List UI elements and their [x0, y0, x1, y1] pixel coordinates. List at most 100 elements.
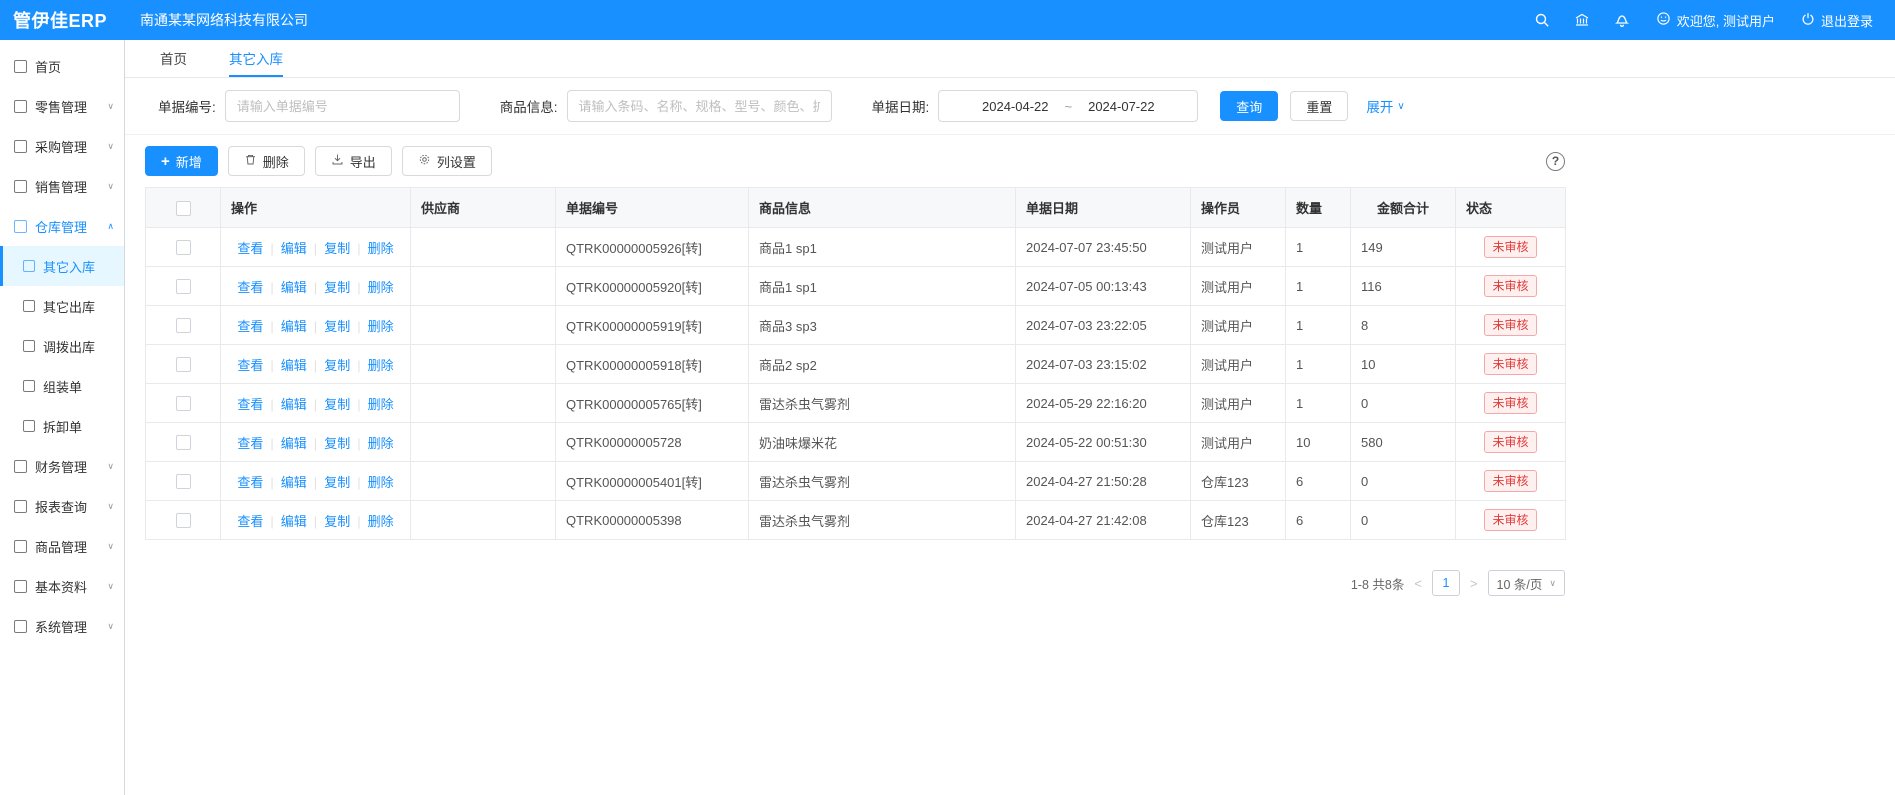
sidebar-item-label: 报表查询 — [35, 497, 87, 516]
table-row: 查看编辑复制删除 QTRK00000005728 奶油味爆米花 2024-05-… — [146, 423, 1566, 462]
edit-link[interactable]: 编辑 — [281, 280, 324, 295]
edit-link[interactable]: 编辑 — [281, 358, 324, 373]
main-area: 首页 其它入库 单据编号: 商品信息: 单据日期: 2024-04-22 — [125, 40, 1895, 795]
row-checkbox[interactable] — [176, 396, 191, 411]
reset-button[interactable]: 重置 — [1290, 91, 1348, 121]
sidebar-item-assembly[interactable]: 组装单 — [0, 366, 124, 406]
status-badge: 未审核 — [1484, 392, 1536, 414]
tab-home[interactable]: 首页 — [160, 40, 187, 77]
row-checkbox[interactable] — [176, 513, 191, 528]
view-link[interactable]: 查看 — [237, 358, 280, 373]
delete-link[interactable]: 删除 — [368, 514, 394, 529]
sidebar-item-home[interactable]: 首页 — [0, 46, 124, 86]
export-button[interactable]: 导出 — [315, 146, 392, 176]
product-cell: 雷达杀虫气雾剂 — [749, 501, 1016, 540]
amount-cell: 149 — [1351, 228, 1456, 267]
tab-bar: 首页 其它入库 — [125, 40, 1895, 78]
product-info-label: 商品信息: — [500, 96, 558, 116]
delete-link[interactable]: 删除 — [368, 241, 394, 256]
user-menu[interactable]: 欢迎您, 测试用户 — [1656, 11, 1775, 30]
table-row: 查看编辑复制删除 QTRK00000005920[转] 商品1 sp1 2024… — [146, 267, 1566, 306]
sidebar-item-purchase[interactable]: 采购管理 ∨ — [0, 126, 124, 166]
delete-link[interactable]: 删除 — [368, 475, 394, 490]
logout-button[interactable]: 退出登录 — [1801, 11, 1873, 30]
edit-link[interactable]: 编辑 — [281, 436, 324, 451]
next-page-button[interactable]: > — [1470, 576, 1478, 591]
building-icon[interactable] — [1574, 12, 1590, 28]
operator-cell: 仓库123 — [1191, 501, 1286, 540]
sidebar-item-transfer-out[interactable]: 调拨出库 — [0, 326, 124, 366]
sidebar-item-sales[interactable]: 销售管理 ∨ — [0, 166, 124, 206]
row-checkbox[interactable] — [176, 279, 191, 294]
sidebar-item-system[interactable]: 系统管理 ∨ — [0, 606, 124, 646]
sidebar-item-disassembly[interactable]: 拆卸单 — [0, 406, 124, 446]
edit-link[interactable]: 编辑 — [281, 397, 324, 412]
copy-link[interactable]: 复制 — [324, 397, 367, 412]
delete-link[interactable]: 删除 — [368, 280, 394, 295]
expand-toggle[interactable]: 展开 ∨ — [1366, 96, 1404, 116]
row-checkbox[interactable] — [176, 357, 191, 372]
view-link[interactable]: 查看 — [237, 241, 280, 256]
view-link[interactable]: 查看 — [237, 475, 280, 490]
delete-button[interactable]: 删除 — [228, 146, 305, 176]
sidebar-item-retail[interactable]: 零售管理 ∨ — [0, 86, 124, 126]
select-all-checkbox[interactable] — [176, 201, 191, 216]
sidebar-item-reports[interactable]: 报表查询 ∨ — [0, 486, 124, 526]
copy-link[interactable]: 复制 — [324, 436, 367, 451]
product-cell: 商品2 sp2 — [749, 345, 1016, 384]
column-settings-button[interactable]: 列设置 — [402, 146, 492, 176]
status-badge: 未审核 — [1484, 470, 1536, 492]
copy-link[interactable]: 复制 — [324, 280, 367, 295]
edit-link[interactable]: 编辑 — [281, 514, 324, 529]
row-checkbox[interactable] — [176, 240, 191, 255]
view-link[interactable]: 查看 — [237, 280, 280, 295]
sidebar-item-goods[interactable]: 商品管理 ∨ — [0, 526, 124, 566]
delete-link[interactable]: 删除 — [368, 358, 394, 373]
edit-link[interactable]: 编辑 — [281, 241, 324, 256]
row-checkbox[interactable] — [176, 435, 191, 450]
operator-cell: 测试用户 — [1191, 345, 1286, 384]
product-info-input[interactable] — [567, 90, 832, 122]
delete-link[interactable]: 删除 — [368, 319, 394, 334]
copy-link[interactable]: 复制 — [324, 514, 367, 529]
sidebar-item-other-inbound[interactable]: 其它入库 — [0, 246, 124, 286]
column-header: 操作 — [221, 188, 411, 228]
search-button[interactable]: 查询 — [1220, 91, 1278, 121]
sidebar-item-basedata[interactable]: 基本资料 ∨ — [0, 566, 124, 606]
supplier-cell — [411, 345, 556, 384]
order-no-input[interactable] — [225, 90, 460, 122]
sidebar-item-label: 调拨出库 — [43, 337, 95, 356]
copy-link[interactable]: 复制 — [324, 241, 367, 256]
operator-cell: 测试用户 — [1191, 423, 1286, 462]
sidebar-item-label: 零售管理 — [35, 97, 87, 116]
row-checkbox[interactable] — [176, 318, 191, 333]
copy-link[interactable]: 复制 — [324, 475, 367, 490]
page-number-button[interactable]: 1 — [1432, 570, 1460, 596]
order-no-cell: QTRK00000005401[转] — [556, 462, 749, 501]
page-size-select[interactable]: 10 条/页 ∨ — [1488, 570, 1565, 596]
view-link[interactable]: 查看 — [237, 319, 280, 334]
sidebar-item-other-outbound[interactable]: 其它出库 — [0, 286, 124, 326]
view-link[interactable]: 查看 — [237, 514, 280, 529]
edit-link[interactable]: 编辑 — [281, 319, 324, 334]
table-row: 查看编辑复制删除 QTRK00000005401[转] 雷达杀虫气雾剂 2024… — [146, 462, 1566, 501]
tab-other-inbound[interactable]: 其它入库 — [229, 40, 283, 77]
operator-cell: 测试用户 — [1191, 384, 1286, 423]
delete-link[interactable]: 删除 — [368, 436, 394, 451]
view-link[interactable]: 查看 — [237, 397, 280, 412]
delete-link[interactable]: 删除 — [368, 397, 394, 412]
help-icon[interactable]: ? — [1546, 152, 1565, 171]
view-link[interactable]: 查看 — [237, 436, 280, 451]
copy-link[interactable]: 复制 — [324, 358, 367, 373]
sidebar-item-finance[interactable]: 财务管理 ∨ — [0, 446, 124, 486]
chevron-icon: ∨ — [107, 461, 114, 472]
copy-link[interactable]: 复制 — [324, 319, 367, 334]
add-button[interactable]: + 新增 — [145, 146, 218, 176]
search-icon[interactable] — [1534, 12, 1550, 28]
bell-icon[interactable] — [1614, 12, 1630, 28]
sidebar-item-warehouse[interactable]: 仓库管理 ∧ — [0, 206, 124, 246]
date-range-picker[interactable]: 2024-04-22 ~ 2024-07-22 — [938, 90, 1198, 122]
prev-page-button[interactable]: < — [1414, 576, 1422, 591]
row-checkbox[interactable] — [176, 474, 191, 489]
edit-link[interactable]: 编辑 — [281, 475, 324, 490]
